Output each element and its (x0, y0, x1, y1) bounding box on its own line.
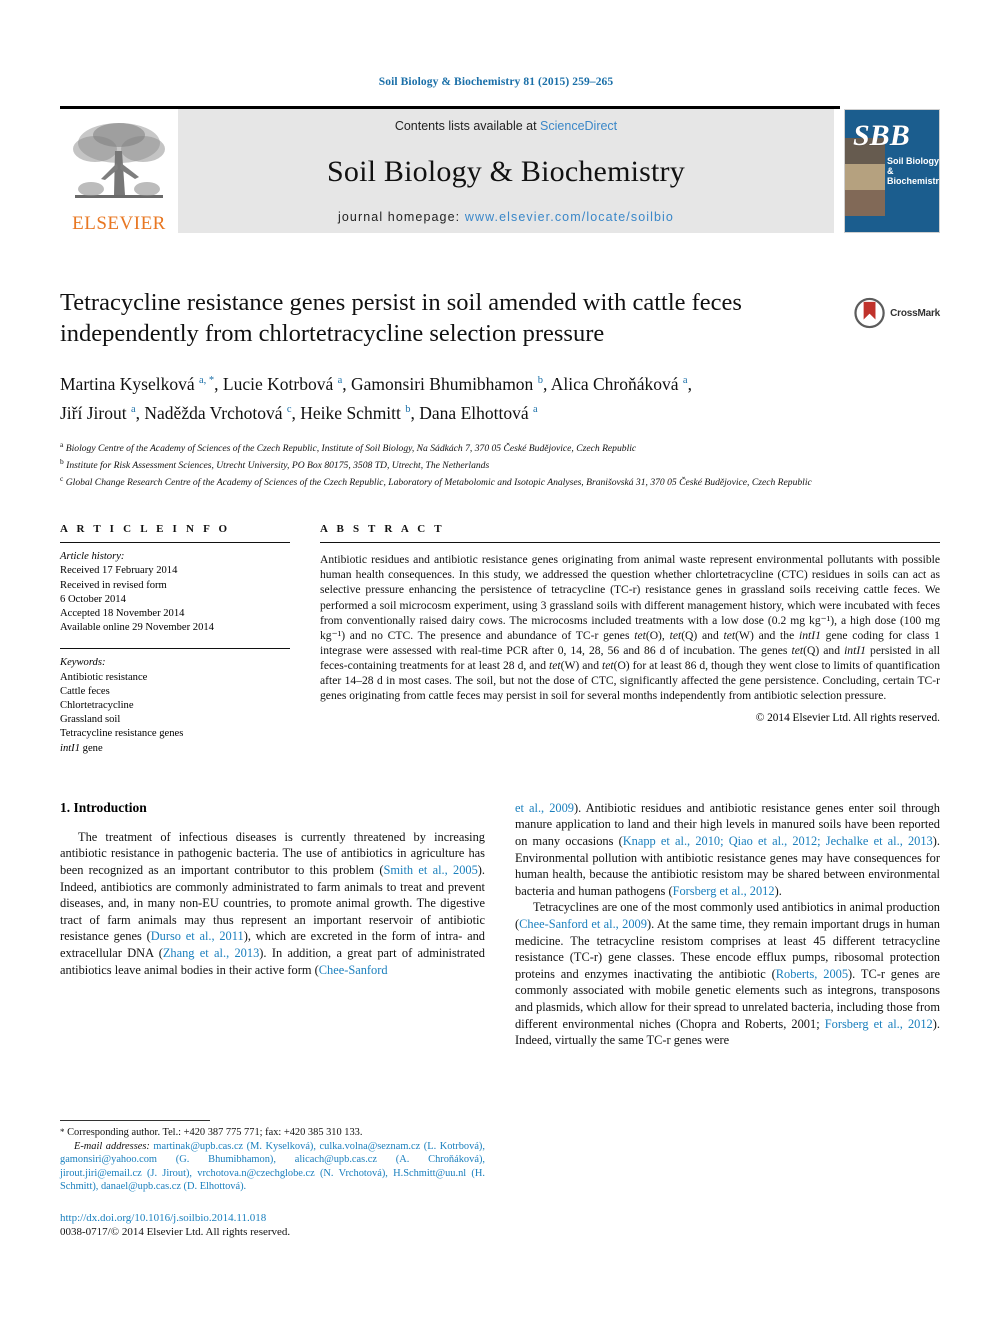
affiliation-mark: a (60, 439, 64, 449)
keywords-section: Keywords: Antibiotic resistance Cattle f… (60, 648, 290, 755)
keyword-item: Antibiotic resistance (60, 671, 148, 683)
doi-link[interactable]: http://dx.doi.org/10.1016/j.soilbio.2014… (60, 1211, 485, 1225)
affiliation-list: a Biology Centre of the Academy of Scien… (60, 438, 940, 490)
abstract-column: A B S T R A C T Antibiotic residues and … (320, 523, 940, 756)
article-history-label: Article history: (60, 551, 125, 563)
footnote-block: * Corresponding author. Tel.: +420 387 7… (60, 1120, 485, 1239)
crossmark-icon (854, 297, 885, 329)
cover-journal-name: Soil Biology & Biochemistry (887, 156, 940, 186)
sciencedirect-link[interactable]: ScienceDirect (540, 119, 617, 133)
section-heading-introduction: 1. Introduction (60, 799, 147, 815)
affiliation-mark: b (60, 456, 64, 466)
crossmark-label: CrossMark (890, 307, 940, 319)
affiliation-mark: c (60, 474, 64, 484)
journal-cover-thumbnail: SBB Soil Biology & Biochemistry (844, 109, 940, 233)
author-line-2: Jiří Jirout a, Naděžda Vrchotová c, Heik… (60, 402, 538, 423)
asterisk-icon: * (60, 1127, 65, 1137)
keyword-item: Chlortetracycline (60, 700, 134, 712)
journal-title: Soil Biology & Biochemistry (327, 154, 685, 188)
history-item: Accepted 18 November 2014 (60, 608, 185, 620)
contents-prefix: Contents lists available at (394, 119, 541, 133)
affiliation-item: c Global Change Research Centre of the A… (60, 472, 940, 489)
masthead-center: Contents lists available at ScienceDirec… (178, 109, 834, 233)
cover-photo-strip-3 (845, 190, 885, 216)
page-title: Tetracycline resistance genes persist in… (60, 289, 742, 347)
email-note: E-mail addresses: martinak@upb.cas.cz (M… (60, 1140, 485, 1194)
article-info-heading: A R T I C L E I N F O (60, 523, 231, 536)
keyword-item: Tetracycline resistance genes (60, 728, 184, 740)
cover-name-line-2: Biochemistry (887, 176, 940, 186)
keyword-item: intI1 gene (60, 742, 103, 754)
cover-initials: SBB (853, 119, 910, 152)
issn-copyright: 0038-0717/© 2014 Elsevier Ltd. All right… (60, 1225, 291, 1238)
elsevier-tree-icon (73, 123, 165, 198)
article-info-column: A R T I C L E I N F O Article history: R… (60, 523, 290, 756)
affiliation-text: Biology Centre of the Academy of Science… (65, 442, 637, 454)
body-column-right: et al., 2009). Antibiotic residues and a… (515, 800, 940, 1049)
paper-page: Soil Biology & Biochemistry 81 (2015) 25… (0, 0, 992, 1323)
author-line-1: Martina Kyselková a, *, Lucie Kotrbová a… (60, 373, 692, 394)
history-item: 6 October 2014 (60, 593, 126, 605)
info-abstract-block: A R T I C L E I N F O Article history: R… (60, 523, 940, 756)
journal-homepage-line: journal homepage: www.elsevier.com/locat… (338, 210, 674, 224)
running-head: Soil Biology & Biochemistry 81 (2015) 25… (378, 76, 614, 88)
history-item: Received in revised form (60, 579, 167, 591)
affiliation-item: b Institute for Risk Assessment Sciences… (60, 455, 940, 472)
body-columns: 1. Introduction The treatment of infecti… (60, 800, 940, 1049)
author-list: Martina Kyselková a, *, Lucie Kotrbová a… (60, 368, 860, 426)
intro-paragraph-right-1: et al., 2009). Antibiotic residues and a… (515, 800, 940, 898)
abstract-text: Antibiotic residues and antibiotic resis… (320, 553, 940, 703)
corresponding-author-text: Corresponding author. Tel.: +420 387 775… (67, 1127, 363, 1138)
keyword-item: Grassland soil (60, 714, 121, 726)
crossmark-badge[interactable]: CrossMark (854, 289, 940, 337)
journal-homepage-link[interactable]: www.elsevier.com/locate/soilbio (465, 210, 674, 224)
homepage-prefix: journal homepage: (337, 210, 465, 224)
article-header: Tetracycline resistance genes persist in… (60, 287, 940, 489)
affiliation-item: a Biology Centre of the Academy of Scien… (60, 438, 940, 455)
affiliation-text: Institute for Risk Assessment Sciences, … (66, 460, 490, 472)
keyword-item: Cattle feces (60, 685, 110, 697)
corresponding-author-note: * Corresponding author. Tel.: +420 387 7… (60, 1126, 485, 1140)
abstract-copyright: © 2014 Elsevier Ltd. All rights reserved… (755, 712, 940, 725)
cover-name-line-1: Soil Biology & (887, 156, 940, 176)
intro-paragraph-right-2: Tetracyclines are one of the most common… (515, 900, 940, 1048)
history-item: Received 17 February 2014 (60, 565, 178, 577)
journal-masthead: ELSEVIER Contents lists available at Sci… (60, 106, 940, 233)
history-item: Available online 29 November 2014 (60, 622, 214, 634)
keywords-label: Keywords: (60, 657, 106, 669)
elsevier-wordmark: ELSEVIER (72, 213, 166, 234)
cover-photo-strip-2 (845, 164, 885, 190)
contents-available-line: Contents lists available at ScienceDirec… (395, 119, 617, 133)
affiliation-text: Global Change Research Centre of the Aca… (65, 477, 812, 489)
body-column-left: 1. Introduction The treatment of infecti… (60, 800, 485, 1049)
article-history: Article history: Received 17 February 20… (60, 543, 290, 635)
footnote-rule (60, 1120, 210, 1121)
elsevier-logo: ELSEVIER (60, 109, 178, 233)
abstract-heading: A B S T R A C T (320, 523, 445, 536)
email-label: E-mail addresses: (74, 1140, 150, 1152)
intro-paragraph-left: The treatment of infectious diseases is … (60, 829, 486, 977)
